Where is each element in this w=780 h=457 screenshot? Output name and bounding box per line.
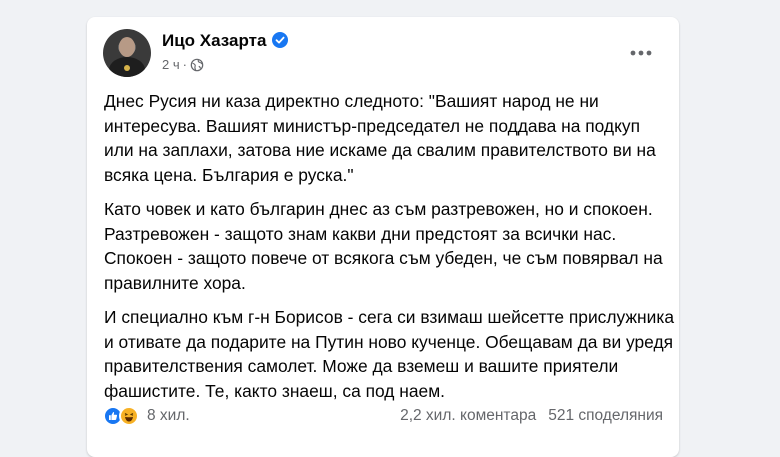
comments-count[interactable]: 2,2 хил. коментара (400, 407, 536, 425)
post-time[interactable]: 2 ч (162, 57, 180, 72)
post-card: Ицо Хазарта 2 ч · Днес Русия ни каза дир… (87, 17, 679, 457)
verified-badge-icon (272, 32, 289, 48)
post-text: Днес Русия ни каза директно следното: "В… (104, 89, 674, 413)
post-paragraph-3: И специално към г-н Борисов - сега си вз… (104, 307, 675, 401)
author-name[interactable]: Ицо Хазарта (162, 31, 266, 50)
reactions-count[interactable]: 8 хил. (147, 407, 190, 425)
author-avatar[interactable] (103, 29, 151, 77)
author-name-row: Ицо Хазарта (162, 31, 289, 51)
post-header: Ицо Хазарта 2 ч · (103, 29, 663, 77)
shares-count[interactable]: 521 споделяния (548, 407, 663, 425)
post-paragraph-1: Днес Русия ни каза директно следното: "В… (104, 91, 656, 185)
globe-icon[interactable] (190, 58, 204, 72)
post-paragraph-2: Като човек и като българин днес аз съм р… (104, 199, 663, 293)
avatar-face (119, 37, 135, 57)
avatar-medal (124, 65, 130, 71)
post-meta: 2 ч · (162, 57, 204, 72)
reaction-icons[interactable] (103, 406, 139, 426)
engagement-bar: 8 хил. 2,2 хил. коментара 521 споделяния (103, 401, 663, 431)
meta-separator: · (182, 57, 187, 72)
haha-reaction-icon (119, 406, 139, 426)
more-options-icon[interactable] (623, 35, 659, 71)
